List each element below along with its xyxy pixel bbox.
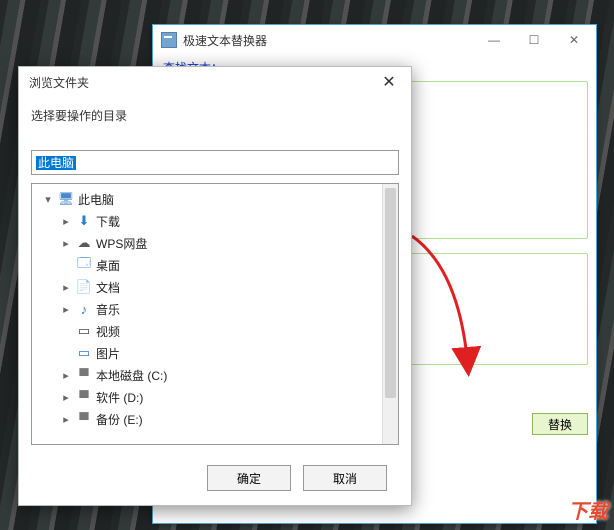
down-icon: ⬇ (76, 213, 92, 229)
selected-path-text: 此电脑 (36, 156, 76, 170)
drive-icon: ▀ (76, 389, 92, 405)
replace-button[interactable]: 替换 (532, 413, 588, 435)
maximize-button[interactable]: ☐ (514, 27, 554, 53)
dialog-title: 浏览文件夹 (29, 74, 377, 91)
browse-folder-dialog: 浏览文件夹 ✕ 选择要操作的目录 此电脑 ▾🖥此电脑▸⬇下载▸☁WPS网盘 🗔桌… (18, 66, 412, 506)
tree-item[interactable]: ▸ ♪音乐 (54, 298, 398, 320)
tree-item[interactable]: ▸ ▀软件 (D:) (54, 386, 398, 408)
dialog-close-button[interactable]: ✕ (377, 70, 401, 94)
tree-item-label: 视频 (96, 323, 120, 340)
dialog-prompt: 选择要操作的目录 (19, 97, 411, 134)
cancel-button[interactable]: 取消 (303, 465, 387, 491)
tree-item-label: 桌面 (96, 257, 120, 274)
tree-item[interactable]: ▸ ☁WPS网盘 (54, 232, 398, 254)
music-icon: ♪ (76, 301, 92, 317)
tree-expander[interactable]: ▸ (60, 413, 72, 426)
drive-icon: ▀ (76, 367, 92, 383)
tree-expander[interactable]: ▸ (60, 391, 72, 404)
pc-icon: 🖥 (58, 191, 74, 207)
close-button[interactable]: ✕ (554, 27, 594, 53)
tree-expander[interactable]: ▸ (60, 215, 72, 228)
main-titlebar: 极速文本替换器 — ☐ ✕ (153, 25, 596, 55)
tree-item-label: 下载 (96, 213, 120, 230)
tree-item-label: 软件 (D:) (96, 389, 143, 406)
tree-item[interactable]: ▸ ⬇下载 (54, 210, 398, 232)
tree-item[interactable]: ▸ ▀备份 (E:) (54, 408, 398, 430)
tree-expander[interactable]: ▸ (60, 237, 72, 250)
doc-icon: 📄 (76, 279, 92, 295)
minimize-button[interactable]: — (474, 27, 514, 53)
video-icon: ▭ (76, 323, 92, 339)
selected-path-input[interactable]: 此电脑 (31, 150, 399, 175)
tree-scrollbar[interactable] (382, 184, 398, 444)
tree-item-label: 音乐 (96, 301, 120, 318)
pic-icon: ▭ (76, 345, 92, 361)
tree-item-label: 备份 (E:) (96, 411, 143, 428)
scrollbar-thumb[interactable] (385, 188, 396, 398)
folder-tree[interactable]: ▾🖥此电脑▸⬇下载▸☁WPS网盘 🗔桌面▸📄文档▸♪音乐 ▭视频 ▭图片▸▀本地… (31, 183, 399, 445)
tree-expander[interactable]: ▸ (60, 303, 72, 316)
watermark: 下载 (568, 495, 608, 524)
tree-item-label: 文档 (96, 279, 120, 296)
ok-button[interactable]: 确定 (207, 465, 291, 491)
tree-item-label: 此电脑 (78, 191, 114, 208)
drive-icon: ▀ (76, 411, 92, 427)
dialog-titlebar: 浏览文件夹 ✕ (19, 67, 411, 97)
cloud-icon: ☁ (76, 235, 92, 251)
tree-item[interactable]: 🗔桌面 (54, 254, 398, 276)
tree-item[interactable]: ▭视频 (54, 320, 398, 342)
main-title: 极速文本替换器 (183, 32, 474, 49)
tree-expander[interactable]: ▸ (60, 281, 72, 294)
tree-item[interactable]: ▾ 🖥此电脑 (36, 188, 398, 210)
tree-item[interactable]: ▭图片 (54, 342, 398, 364)
tree-item-label: WPS网盘 (96, 235, 147, 252)
tree-expander[interactable]: ▸ (60, 369, 72, 382)
app-icon (161, 32, 177, 48)
tree-expander[interactable]: ▾ (42, 193, 54, 206)
tree-item[interactable]: ▸ 📄文档 (54, 276, 398, 298)
desk-icon: 🗔 (76, 257, 92, 273)
tree-item-label: 本地磁盘 (C:) (96, 367, 167, 384)
tree-item[interactable]: ▸ ▀本地磁盘 (C:) (54, 364, 398, 386)
tree-item-label: 图片 (96, 345, 120, 362)
